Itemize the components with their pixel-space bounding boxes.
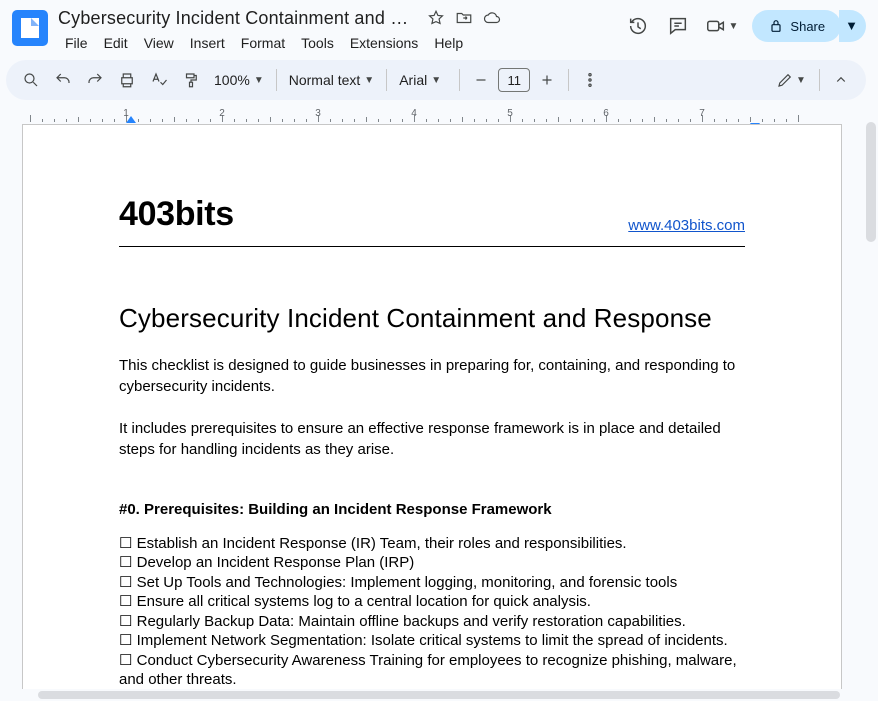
separator (386, 69, 387, 91)
paint-format-icon[interactable] (176, 65, 206, 95)
cloud-status-icon[interactable] (482, 8, 502, 28)
collapse-toolbar-icon[interactable] (826, 65, 856, 95)
header-row: Cybersecurity Incident Containment and R… (0, 0, 878, 54)
menu-tools[interactable]: Tools (294, 32, 341, 54)
letterhead: 403bits www.403bits.com (119, 195, 745, 247)
menu-edit[interactable]: Edit (97, 32, 135, 54)
document-canvas[interactable]: ts 403bits www.403bits.com Cybersecurity… (0, 118, 864, 689)
checklist-item: ☐ Implement Network Segmentation: Isolat… (119, 631, 745, 651)
checklist-item: ☐ Conduct Cybersecurity Awareness Traini… (119, 651, 745, 689)
checklist-item: ☐ Regularly Backup Data: Maintain offlin… (119, 612, 745, 632)
horizontal-scrollbar[interactable] (38, 691, 840, 699)
history-icon[interactable] (625, 13, 651, 39)
more-tools-icon[interactable] (575, 65, 605, 95)
font-size-input[interactable]: 11 (498, 68, 530, 92)
undo-icon[interactable] (48, 65, 78, 95)
menu-insert[interactable]: Insert (183, 32, 232, 54)
checklist-item: ☐ Develop an Incident Response Plan (IRP… (119, 553, 745, 573)
toolbar-wrap: 100%▼ Normal text▼ Arial▼ 11 ▼ (0, 54, 878, 106)
title-column: Cybersecurity Incident Containment and R… (58, 6, 615, 54)
decrease-font-icon[interactable] (466, 65, 496, 95)
checklist-item: ☐ Set Up Tools and Technologies: Impleme… (119, 573, 745, 593)
caret-down-icon: ▼ (431, 75, 441, 86)
toolbar: 100%▼ Normal text▼ Arial▼ 11 ▼ (6, 60, 866, 100)
caret-down-icon: ▼ (254, 75, 264, 86)
right-cluster: ▼ Share ▼ (625, 6, 866, 42)
meet-button[interactable]: ▼ (705, 15, 739, 37)
vertical-scroll-thumb[interactable] (866, 122, 876, 242)
separator (819, 69, 820, 91)
separator (568, 69, 569, 91)
menu-format[interactable]: Format (234, 32, 292, 54)
section-0-title: #0. Prerequisites: Building an Incident … (119, 501, 745, 518)
title-line: Cybersecurity Incident Containment and R… (58, 6, 615, 30)
star-icon[interactable] (426, 8, 446, 28)
document-title[interactable]: Cybersecurity Incident Containment and R… (58, 8, 418, 29)
share-dropdown[interactable]: ▼ (839, 10, 866, 42)
docs-logo[interactable] (12, 10, 48, 46)
increase-font-icon[interactable] (532, 65, 562, 95)
doc-heading: Cybersecurity Incident Containment and R… (119, 303, 745, 334)
page-1[interactable]: ts 403bits www.403bits.com Cybersecurity… (22, 124, 842, 689)
share-button[interactable]: Share (752, 10, 841, 42)
menubar: File Edit View Insert Format Tools Exten… (58, 32, 615, 54)
menu-file[interactable]: File (58, 32, 95, 54)
checklist-item: ☐ Ensure all critical systems log to a c… (119, 592, 745, 612)
style-select[interactable]: Normal text▼ (283, 72, 380, 88)
caret-down-icon: ▼ (729, 21, 739, 32)
site-link[interactable]: www.403bits.com (628, 217, 745, 234)
search-menus-icon[interactable] (16, 65, 46, 95)
checklist-item: ☐ Establish an Incident Response (IR) Te… (119, 534, 745, 554)
menu-extensions[interactable]: Extensions (343, 32, 425, 54)
editing-mode-icon[interactable]: ▼ (769, 65, 813, 95)
menu-view[interactable]: View (137, 32, 181, 54)
zoom-select[interactable]: 100%▼ (208, 72, 270, 88)
brand-name: 403bits (119, 195, 234, 234)
comments-icon[interactable] (665, 13, 691, 39)
caret-down-icon: ▼ (364, 75, 374, 86)
menu-help[interactable]: Help (427, 32, 470, 54)
checklist: ☐ Establish an Incident Response (IR) Te… (119, 534, 745, 689)
font-select[interactable]: Arial▼ (393, 72, 453, 88)
spellcheck-icon[interactable] (144, 65, 174, 95)
intro-paragraph-1: This checklist is designed to guide busi… (119, 356, 745, 397)
separator (276, 69, 277, 91)
print-icon[interactable] (112, 65, 142, 95)
horizontal-scroll-thumb[interactable] (38, 691, 840, 699)
move-icon[interactable] (454, 8, 474, 28)
share-label: Share (790, 19, 825, 34)
vertical-scrollbar[interactable] (866, 118, 876, 689)
intro-paragraph-2: It includes prerequisites to ensure an e… (119, 419, 745, 460)
separator (459, 69, 460, 91)
redo-icon[interactable] (80, 65, 110, 95)
